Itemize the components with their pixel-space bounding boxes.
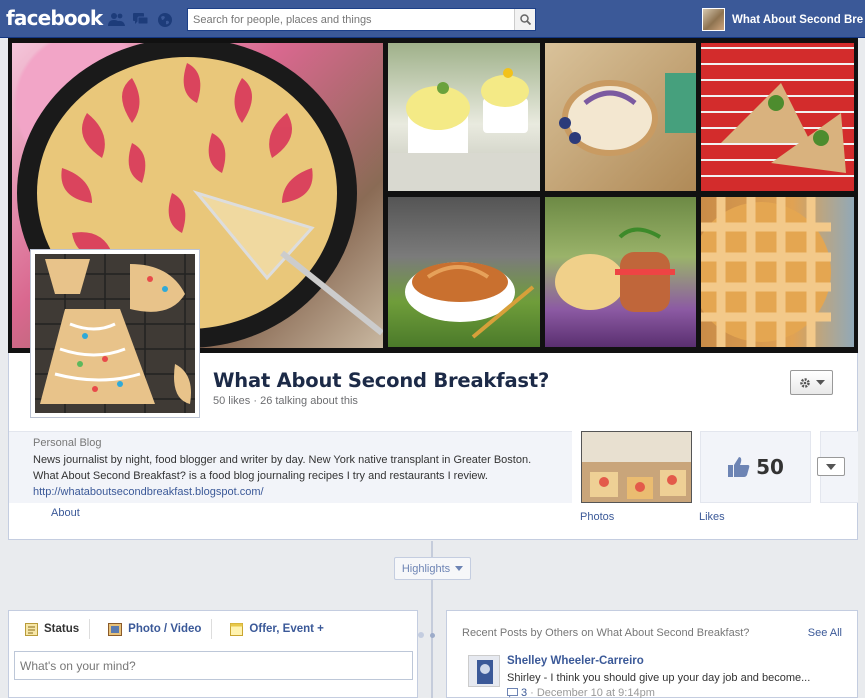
post-author-name[interactable]: Shelley Wheeler-Carreiro (507, 655, 644, 667)
gear-icon (799, 377, 810, 388)
profile-picture[interactable] (30, 249, 200, 418)
post-text[interactable]: Shirley - I think you should give up you… (507, 672, 837, 684)
user-avatar[interactable] (702, 8, 725, 31)
cookie-photo (35, 254, 195, 413)
search-button[interactable] (514, 9, 535, 30)
composer-tabs: Status Photo / Video Offer, Event + (9, 611, 417, 647)
recent-posts-heading: Recent Posts by Others on What About Sec… (462, 627, 750, 639)
user-name[interactable]: What About Second Bre (732, 14, 863, 26)
camera-icon (108, 622, 123, 636)
chevron-down-icon (826, 463, 836, 470)
cover-tile-sorbet (388, 43, 540, 191)
page-category: Personal Blog (33, 437, 102, 449)
search-bar (187, 8, 536, 31)
timeline-connector (418, 632, 424, 638)
highlights-dropdown[interactable]: Highlights (394, 557, 471, 580)
highlights-label: Highlights (401, 562, 451, 575)
thumbs-up-icon (728, 457, 750, 477)
messages-icon[interactable] (132, 11, 149, 28)
friends-icon[interactable] (108, 11, 125, 28)
recent-posts-box: Recent Posts by Others on What About Sec… (446, 610, 858, 698)
notifications-globe-icon[interactable] (156, 11, 173, 28)
tab-photo-video-label: Photo / Video (128, 623, 202, 635)
cover-tile-pad-thai (388, 197, 540, 347)
comment-icon (507, 688, 518, 698)
about-section: Personal Blog News journalist by night, … (9, 431, 572, 503)
offer-event-icon (230, 622, 244, 636)
timeline-dot (430, 633, 435, 638)
status-input[interactable] (14, 651, 413, 680)
post-meta: 3 · December 10 at 9:14pm (507, 687, 655, 698)
chevron-down-icon (455, 566, 464, 571)
likes-count: 50 (756, 455, 784, 479)
see-all-link[interactable]: See All (808, 627, 842, 639)
notification-jewels (108, 11, 173, 28)
cover-tile-cake-roll (545, 43, 696, 191)
tab-status-label: Status (44, 623, 80, 635)
cover-tile-peach-pie (701, 197, 854, 347)
cover-tile-tart-slices (701, 43, 854, 191)
post-author-avatar[interactable] (468, 655, 500, 687)
comment-count[interactable]: 3 (521, 687, 527, 698)
chevron-down-icon (815, 379, 825, 385)
status-composer: Status Photo / Video Offer, Event + (8, 610, 418, 698)
status-icon (25, 622, 38, 636)
likes-app[interactable]: 50 (700, 431, 811, 503)
top-bar: facebook What About Second Bre (0, 0, 865, 38)
search-icon (519, 14, 531, 25)
page-description: News journalist by night, food blogger a… (33, 454, 532, 482)
cover-tile-biscuit-sandwich (545, 197, 696, 347)
tab-status[interactable]: Status (23, 619, 89, 639)
page-title: What About Second Breakfast? (213, 369, 550, 392)
post-timestamp[interactable]: · December 10 at 9:14pm (530, 687, 655, 698)
facebook-logo[interactable]: facebook (6, 6, 103, 30)
current-user[interactable]: What About Second Bre (702, 8, 863, 31)
photos-app-thumbnail[interactable] (581, 431, 692, 503)
about-tab[interactable]: About (51, 507, 80, 519)
tab-offer-event-label: Offer, Event + (249, 623, 324, 635)
tab-photo-video[interactable]: Photo / Video (89, 619, 211, 639)
search-input[interactable] (188, 9, 514, 30)
photos-app-label[interactable]: Photos (580, 511, 614, 523)
more-apps-button[interactable] (817, 457, 845, 476)
page-actions-button[interactable] (790, 370, 833, 395)
page-stats: 50 likes · 26 talking about this (213, 395, 358, 407)
likes-app-label[interactable]: Likes (699, 511, 725, 523)
tab-offer-event[interactable]: Offer, Event + (211, 619, 333, 639)
website-link[interactable]: http://whataboutsecondbreakfast.blogspot… (33, 484, 548, 500)
